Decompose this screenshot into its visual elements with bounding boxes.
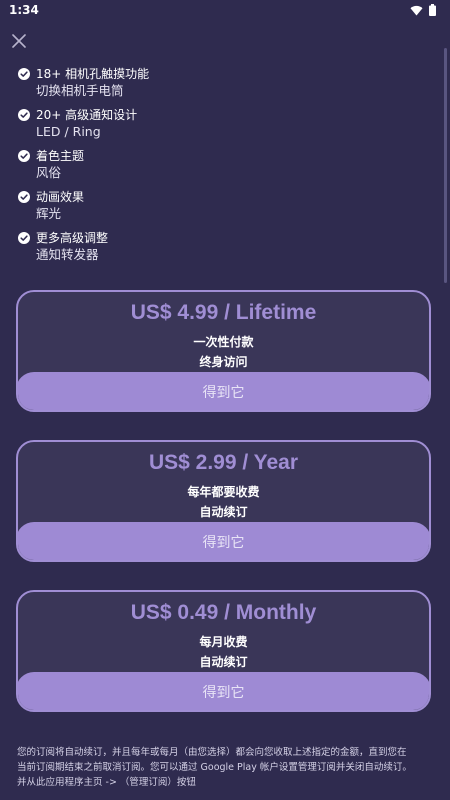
plan-renewal: 自动续订: [199, 655, 248, 669]
status-icons: [410, 4, 436, 16]
disclaimer-line: 您的订阅将自动续订，并且每年或每月（由您选择）都会向您收取上述指定的金额，直到您…: [17, 747, 407, 758]
status-bar: 1:34: [0, 0, 450, 22]
disclaimer-line: 当前订阅期结束之前取消订阅。您可以通过 Google Play 帐户设置管理订阅…: [17, 762, 412, 773]
plan-price: US$ 4.99 / Lifetime: [130, 301, 317, 324]
feature-item: 20+ 高级通知设计 LED / Ring: [18, 107, 418, 148]
check-circle-icon: [18, 150, 30, 162]
plan-card-lifetime: US$ 4.99 / Lifetime 一次性付款 终身访问 得到它: [16, 290, 431, 412]
feature-item: 着色主题 风俗: [18, 148, 418, 189]
feature-item: 动画效果 辉光: [18, 189, 418, 230]
close-button[interactable]: [8, 30, 30, 52]
scroll-indicator[interactable]: [444, 48, 447, 283]
get-lifetime-button[interactable]: 得到它: [18, 372, 429, 410]
feature-title: 更多高级调整: [36, 231, 109, 245]
plan-billing: 一次性付款: [193, 335, 254, 349]
plan-access: 终身访问: [199, 355, 248, 369]
feature-title: 着色主题: [36, 149, 85, 163]
check-circle-icon: [18, 191, 30, 203]
feature-subtitle: 切换相机手电筒: [36, 83, 124, 98]
wifi-icon: [410, 5, 423, 16]
check-circle-icon: [18, 232, 30, 244]
feature-title: 18+ 相机孔触摸功能: [36, 67, 150, 81]
plan-card-yearly: US$ 2.99 / Year 每年都要收费 自动续订 得到它: [16, 440, 431, 562]
plan-price: US$ 2.99 / Year: [148, 451, 299, 474]
subscription-disclaimer: 您的订阅将自动续订，并且每年或每月（由您选择）都会向您收取上述指定的金额，直到您…: [17, 745, 437, 790]
close-icon: [12, 34, 26, 48]
check-circle-icon: [18, 68, 30, 80]
status-time: 1:34: [9, 3, 39, 17]
check-circle-icon: [18, 109, 30, 121]
battery-icon: [429, 4, 436, 16]
plan-price: US$ 0.49 / Monthly: [130, 601, 317, 624]
plan-renewal: 自动续订: [199, 505, 248, 519]
feature-subtitle: 风俗: [36, 165, 62, 180]
get-yearly-button[interactable]: 得到它: [18, 522, 429, 560]
disclaimer-line: 并从此应用程序主页 -> （管理订阅）按钮: [17, 777, 196, 788]
get-monthly-button[interactable]: 得到它: [18, 672, 429, 710]
feature-subtitle: LED / Ring: [36, 124, 101, 139]
feature-title: 20+ 高级通知设计: [36, 108, 138, 122]
feature-list: 18+ 相机孔触摸功能 切换相机手电筒 20+ 高级通知设计 LED / Rin…: [18, 66, 418, 271]
feature-item: 更多高级调整 通知转发器: [18, 230, 418, 271]
plan-card-monthly: US$ 0.49 / Monthly 每月收费 自动续订 得到它: [16, 590, 431, 712]
feature-subtitle: 通知转发器: [36, 247, 99, 262]
plan-billing: 每年都要收费: [187, 485, 260, 499]
feature-title: 动画效果: [36, 190, 85, 204]
feature-subtitle: 辉光: [36, 206, 62, 221]
feature-item: 18+ 相机孔触摸功能 切换相机手电筒: [18, 66, 418, 107]
plan-billing: 每月收费: [199, 635, 248, 649]
